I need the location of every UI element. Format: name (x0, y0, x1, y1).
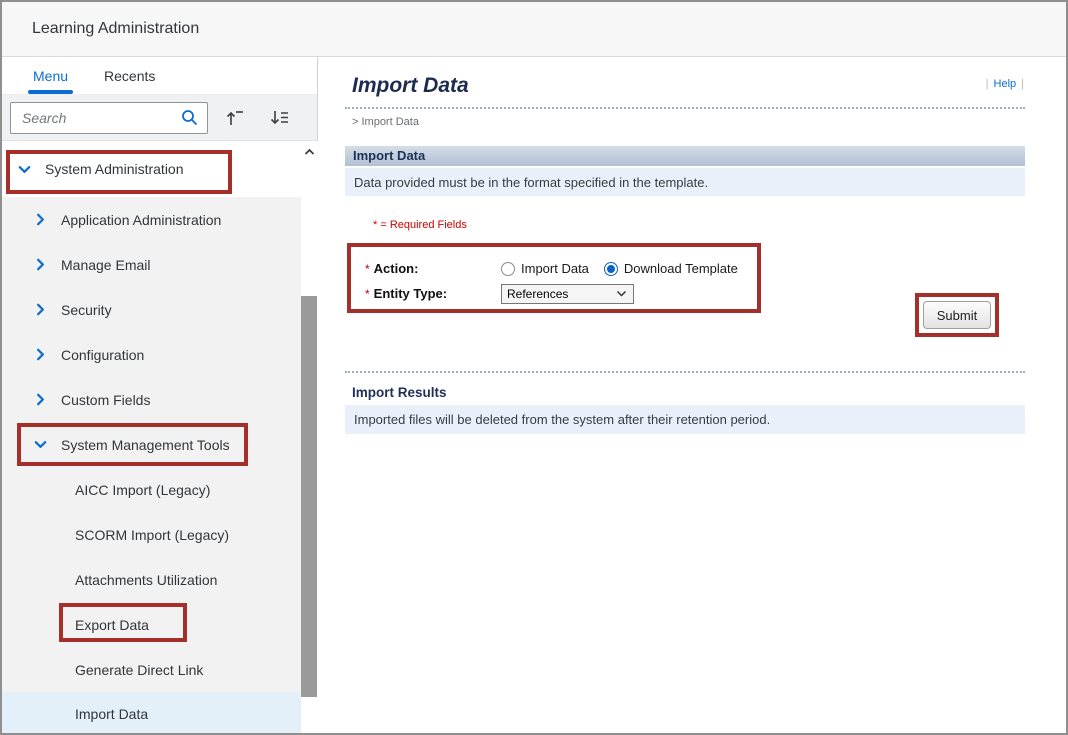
sidebar-item-label: System Administration (45, 161, 184, 177)
help-link[interactable]: Help (994, 78, 1017, 90)
sidebar-item-configuration[interactable]: Configuration (2, 332, 301, 377)
sidebar-item-label: Configuration (61, 347, 144, 363)
scroll-up-arrow-icon[interactable] (302, 145, 317, 159)
action-label-cell: * Action: (365, 261, 501, 276)
radio-unselected-icon[interactable] (501, 262, 515, 276)
sidebar-item-system-administration[interactable]: System Administration (2, 141, 301, 197)
help-area: | Help | (986, 78, 1024, 90)
radio-option-import-data[interactable]: Import Data (501, 261, 589, 276)
tab-menu[interactable]: Menu (33, 68, 68, 94)
navigation-tree-area: System Administration Application Adminis… (2, 141, 317, 733)
action-row: * Action: Import Data Download Template (365, 256, 757, 281)
import-results-title: Import Results (352, 385, 447, 400)
entity-type-label-cell: * Entity Type: (365, 286, 501, 301)
expand-list-icon[interactable] (264, 103, 294, 133)
chevron-down-icon[interactable] (16, 161, 32, 177)
learning-administration-window: Learning Administration Menu Recents Sys… (0, 0, 1068, 735)
sidebar-item-manage-email[interactable]: Manage Email (2, 242, 301, 287)
required-marker: * (365, 287, 370, 301)
chevron-down-icon (616, 290, 627, 297)
submit-annotation-box: Submit (915, 293, 999, 337)
chevron-right-icon[interactable] (32, 257, 48, 273)
sidebar-item-import-data[interactable]: Import Data (2, 692, 301, 735)
sidebar-item-security[interactable]: Security (2, 287, 301, 332)
sidebar-item-application-administration[interactable]: Application Administration (2, 197, 301, 242)
sidebar-item-label: Security (61, 302, 112, 318)
sidebar-item-label: Application Administration (61, 212, 221, 228)
entity-type-row: * Entity Type: References (365, 281, 757, 306)
dotted-separator (345, 371, 1025, 373)
import-form-annotation-box: * Action: Import Data Download Template * E… (347, 243, 761, 313)
submit-button[interactable]: Submit (923, 301, 991, 329)
sidebar-item-label: Custom Fields (61, 392, 150, 408)
chevron-down-icon[interactable] (32, 437, 48, 453)
import-results-description: Imported files will be deleted from the … (345, 405, 1025, 434)
main-content: Import Data | Help | > Import Data Impor… (318, 57, 1066, 733)
chevron-right-icon[interactable] (32, 212, 48, 228)
section-header: Import Data (345, 146, 1025, 166)
chevron-right-icon[interactable] (32, 302, 48, 318)
chevron-right-icon[interactable] (32, 347, 48, 363)
sidebar-item-label: Manage Email (61, 257, 151, 273)
section-description: Data provided must be in the format spec… (345, 168, 1025, 196)
action-radio-group: Import Data Download Template (501, 261, 738, 276)
sidebar-item-export-data[interactable]: Export Data (2, 602, 301, 647)
sidebar-item-aicc-import-legacy[interactable]: AICC Import (Legacy) (2, 467, 301, 512)
search-icon[interactable] (181, 109, 198, 126)
search-input[interactable] (22, 110, 181, 126)
sidebar-tabs: Menu Recents (2, 57, 317, 95)
chevron-right-icon[interactable] (32, 392, 48, 408)
sidebar-item-label: Attachments Utilization (75, 572, 217, 588)
scrollbar-thumb[interactable] (301, 296, 317, 697)
sidebar-item-system-management-tools[interactable]: System Management Tools (2, 422, 301, 467)
required-marker: * (365, 262, 370, 276)
radio-selected-icon[interactable] (604, 262, 618, 276)
nav-tree: System Administration Application Adminis… (2, 141, 301, 733)
tab-recents[interactable]: Recents (104, 68, 155, 94)
search-row (2, 95, 317, 141)
radio-option-label: Download Template (624, 261, 738, 276)
help-separator: | (986, 78, 989, 90)
radio-option-label: Import Data (521, 261, 589, 276)
sidebar-item-label: System Management Tools (61, 437, 230, 453)
sidebar-item-custom-fields[interactable]: Custom Fields (2, 377, 301, 422)
sidebar-item-scorm-import-legacy[interactable]: SCORM Import (Legacy) (2, 512, 301, 557)
sidebar-item-label: Import Data (75, 706, 148, 722)
action-label: Action: (374, 261, 419, 276)
sidebar-item-attachments-utilization[interactable]: Attachments Utilization (2, 557, 301, 602)
collapse-all-icon[interactable] (219, 103, 249, 133)
breadcrumb: > Import Data (352, 116, 419, 128)
sidebar-item-label: Export Data (75, 617, 149, 633)
radio-option-download-template[interactable]: Download Template (604, 261, 738, 276)
search-box[interactable] (10, 102, 208, 134)
required-fields-note: * = Required Fields (373, 219, 467, 231)
app-title: Learning Administration (32, 20, 199, 38)
entity-type-label: Entity Type: (374, 286, 447, 301)
sidebar-item-label: Generate Direct Link (75, 662, 203, 678)
sidebar-item-generate-direct-link[interactable]: Generate Direct Link (2, 647, 301, 692)
app-header: Learning Administration (2, 2, 1066, 57)
entity-type-value: References (507, 287, 568, 301)
sidebar-item-label: AICC Import (Legacy) (75, 482, 210, 498)
sidebar-item-label: SCORM Import (Legacy) (75, 527, 229, 543)
sidebar-scrollbar[interactable] (301, 141, 318, 733)
entity-type-select[interactable]: References (501, 284, 634, 304)
sidebar: Menu Recents System Administration Applic… (2, 57, 318, 733)
help-separator: | (1021, 78, 1024, 90)
dotted-separator (345, 107, 1025, 109)
page-title: Import Data (352, 74, 469, 98)
